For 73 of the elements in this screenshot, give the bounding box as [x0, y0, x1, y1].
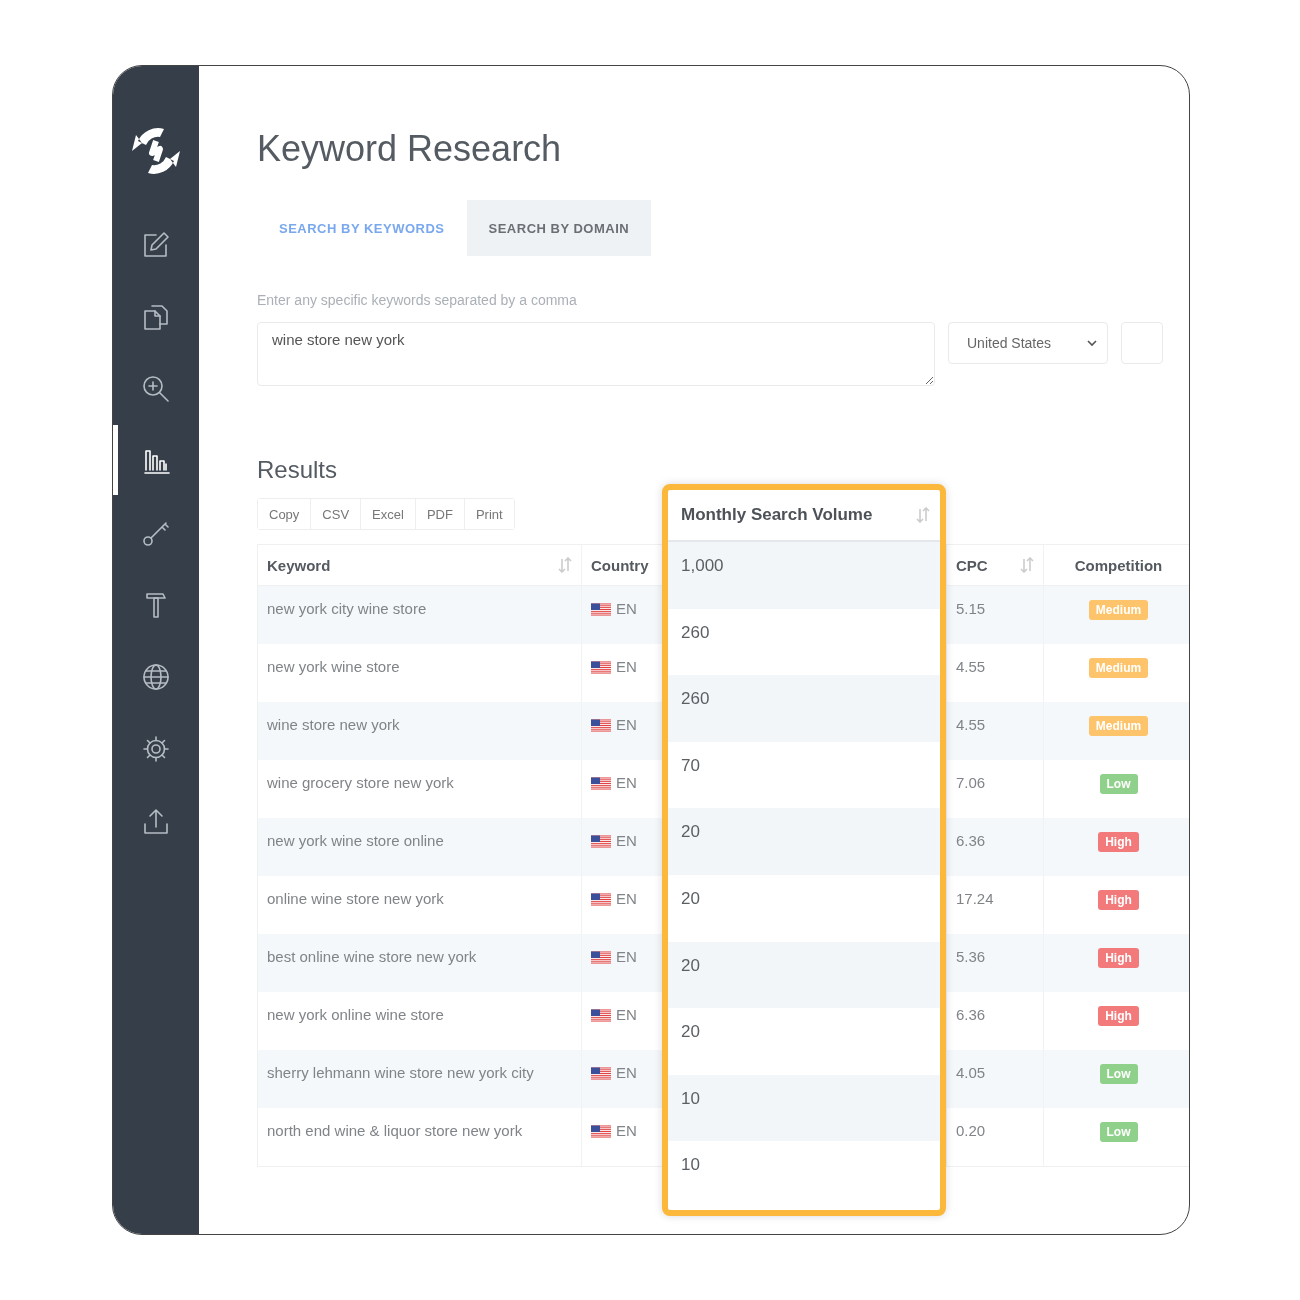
flag-icon — [591, 1125, 611, 1138]
competition-badge: Low — [1099, 1064, 1138, 1084]
table-cell-text: EN — [616, 948, 637, 967]
table-cell-text: EN — [616, 716, 637, 735]
table-cell-text: EN — [616, 1122, 637, 1141]
globe-icon[interactable] — [142, 663, 170, 691]
table-cell: 70 — [681, 755, 700, 775]
table-cell-text: EN — [616, 832, 637, 851]
zoom-in-icon[interactable] — [142, 375, 170, 403]
table-cell-text: EN — [616, 1006, 637, 1025]
field-label: Enter any specific keywords separated by a comma — [257, 292, 578, 308]
table-cell-text: EN — [616, 658, 637, 677]
table-cell: best online wine store new york — [258, 934, 582, 992]
key-icon[interactable] — [142, 519, 170, 547]
competition-badge: Low — [1099, 1122, 1138, 1142]
table-cell-text: EN — [616, 890, 637, 909]
flag-icon — [591, 835, 611, 848]
table-cell: 20 — [681, 955, 700, 975]
column-header[interactable]: Monthly Search Volume — [681, 505, 873, 525]
table-cell: 20 — [681, 888, 700, 908]
documents-icon[interactable] — [142, 303, 170, 331]
table-cell-text: EN — [616, 600, 637, 619]
flag-icon — [591, 1067, 611, 1080]
table-cell: 5.36 — [947, 934, 1044, 992]
flag-icon — [591, 893, 611, 906]
table-cell-text: EN — [616, 1064, 637, 1083]
flag-icon — [591, 777, 611, 790]
competition-badge: High — [1098, 1006, 1139, 1026]
table-cell: 4.05 — [947, 1050, 1044, 1108]
competition-badge: High — [1098, 832, 1139, 852]
table-cell: 20 — [681, 1022, 700, 1042]
table-cell: 5.15 — [947, 586, 1044, 644]
table-cell: sherry lehmann wine store new york city — [258, 1050, 582, 1108]
column-header[interactable]: Competition — [1074, 556, 1163, 574]
table-cell: 10 — [681, 1088, 700, 1108]
table-cell: 10 — [681, 1155, 700, 1175]
competition-badge: High — [1098, 948, 1139, 968]
table-cell: 0.20 — [947, 1108, 1044, 1166]
export-button[interactable]: Copy — [258, 499, 312, 529]
chevron-icon — [1087, 339, 1097, 347]
table-cell: 1,000 — [681, 556, 724, 575]
column-header[interactable]: Keyword — [267, 556, 331, 574]
flag-icon — [591, 719, 611, 732]
competition-badge: High — [1098, 890, 1139, 910]
competition-badge: Medium — [1088, 600, 1149, 620]
table-cell: 6.36 — [947, 818, 1044, 876]
section-title: Results — [257, 456, 339, 484]
competition-badge: Low — [1099, 774, 1138, 794]
table-cell: 260 — [681, 622, 710, 642]
page-title: Keyword Research — [257, 128, 563, 170]
table-cell-text: EN — [616, 774, 637, 793]
table-cell: 260 — [681, 689, 710, 709]
edit-icon[interactable] — [142, 231, 170, 259]
table-cell: wine store new york — [258, 702, 582, 760]
bar-chart-icon[interactable] — [142, 447, 170, 475]
keywords-field[interactable]: wine store new york — [257, 322, 935, 386]
flag-icon — [591, 661, 611, 674]
competition-badge: Medium — [1088, 658, 1149, 678]
country-select[interactable]: United States — [948, 322, 1108, 364]
table-cell: 20 — [681, 822, 700, 842]
settings-icon[interactable] — [142, 735, 170, 763]
upload-icon[interactable] — [142, 807, 170, 835]
table-cell: new york city wine store — [258, 586, 582, 644]
column-header[interactable]: CPC — [956, 556, 988, 574]
flag-icon — [591, 603, 611, 616]
table-cell: new york wine store online — [258, 818, 582, 876]
flag-icon — [591, 951, 611, 964]
flag-icon — [591, 1009, 611, 1022]
column-header[interactable]: Country — [591, 556, 649, 574]
table-cell: 4.55 — [947, 702, 1044, 760]
tab[interactable]: SEARCH BY DOMAIN — [466, 200, 652, 256]
competition-badge: Medium — [1088, 716, 1149, 736]
table-cell: north end wine & liquor store new york — [258, 1108, 582, 1166]
